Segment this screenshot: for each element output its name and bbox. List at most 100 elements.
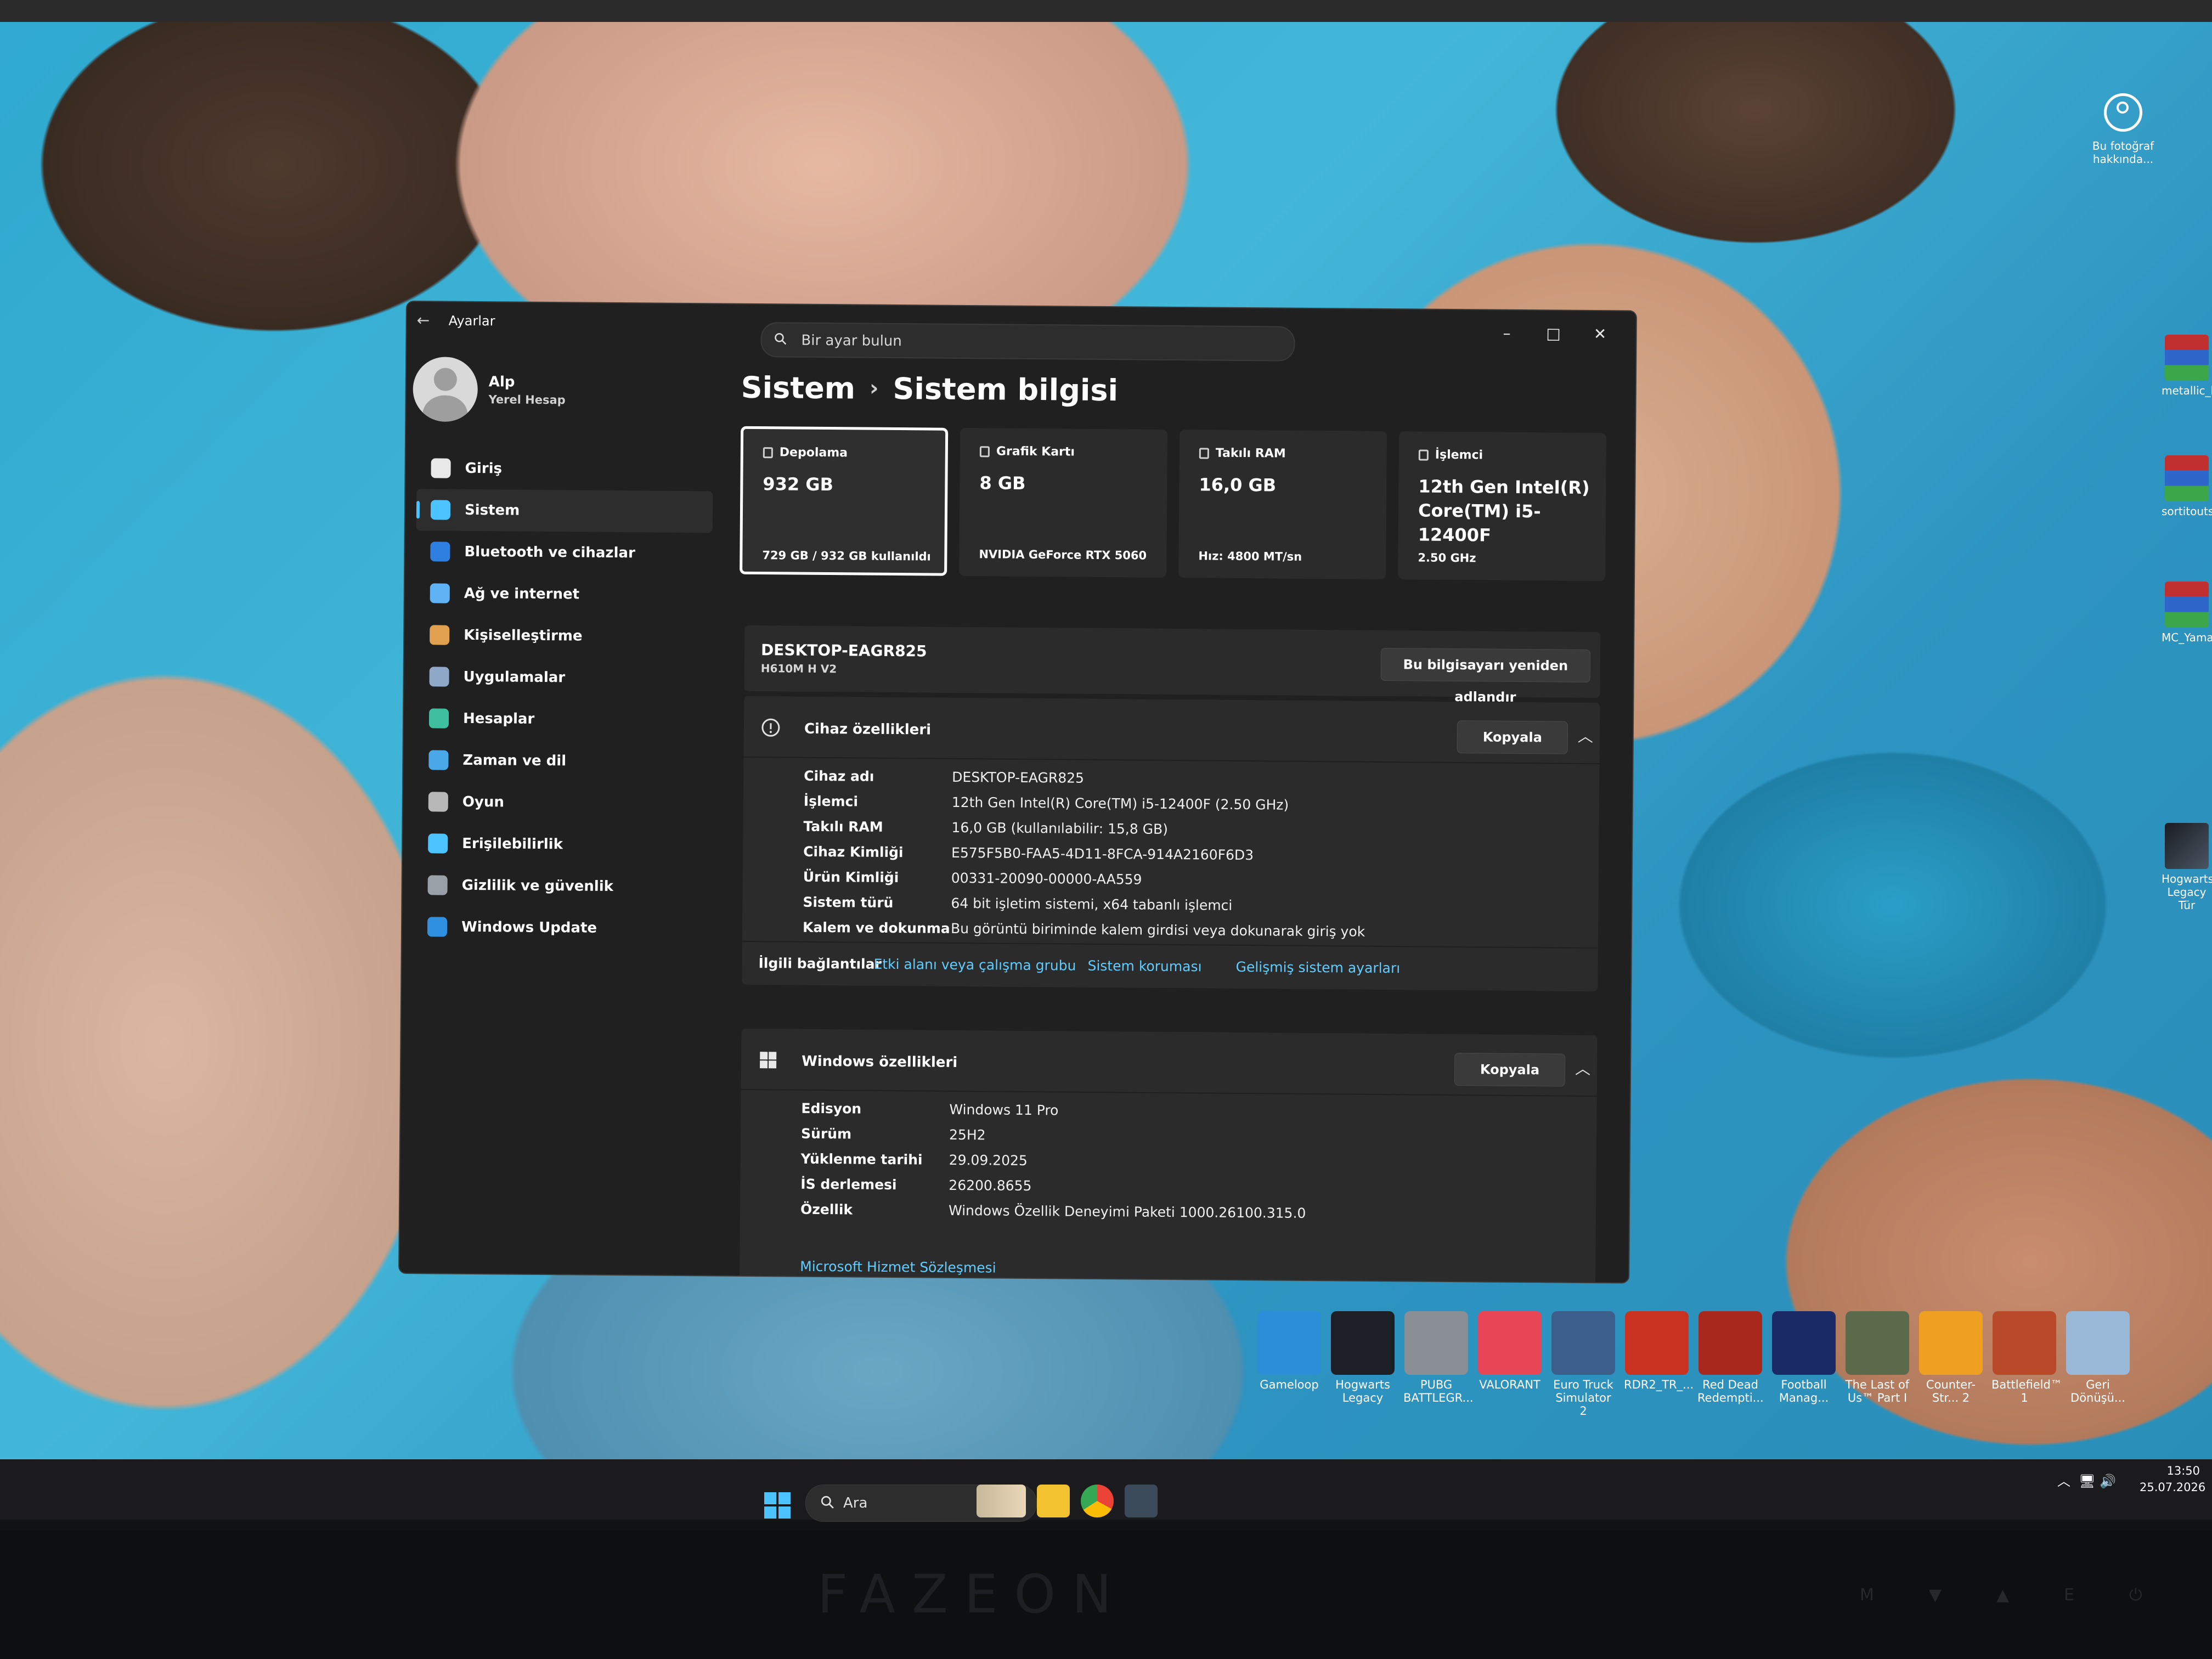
desktop-file-label: metallic_l [2162, 384, 2212, 397]
maximize-button[interactable]: □ [1542, 323, 1564, 345]
shortcut-label: Gameloop [1260, 1378, 1319, 1391]
summary-card-2[interactable]: Takılı RAM 16,0 GB Hız: 4800 MT/sn [1178, 430, 1387, 580]
summary-card-1[interactable]: Grafik Kartı 8 GB NVIDIA GeForce RTX 5060 [959, 427, 1168, 578]
card-title-text: Grafik Kartı [996, 444, 1075, 459]
app-title: Ayarlar [448, 313, 495, 329]
search-highlight-icon[interactable] [977, 1485, 1026, 1517]
microsoft-services-agreement-link[interactable]: Microsoft Hizmet Sözleşmesi [800, 1259, 996, 1276]
desktop-shortcut-10[interactable]: Battlefield™ 1 [1991, 1311, 2062, 1418]
spec-value[interactable]: 16,0 GB (kullanılabilir: 15,8 GB) [951, 820, 1168, 837]
back-arrow-icon[interactable]: ← [417, 311, 433, 329]
taskbar-clock[interactable]: 13:50 25.07.2026 [2140, 1463, 2205, 1496]
spec-value[interactable]: 25H2 [949, 1127, 986, 1143]
chevron-up-icon[interactable]: ︿ [1575, 1057, 1592, 1078]
monitor-button-3[interactable]: E [2064, 1585, 2074, 1605]
rename-pc-button[interactable]: Bu bilgisayarı yeniden adlandır [1380, 647, 1591, 705]
sidebar-item-4[interactable]: Kişiselleştirme [415, 614, 712, 658]
shortcut-label: VALORANT [1479, 1378, 1541, 1391]
sidebar-item-8[interactable]: Oyun [414, 781, 711, 825]
user-avatar[interactable] [413, 357, 478, 422]
sidebar-item-6[interactable]: Hesaplar [415, 697, 712, 741]
windows-start-icon[interactable] [764, 1492, 791, 1519]
link-advanced-system-settings[interactable]: Gelişmiş sistem ayarları [1235, 959, 1400, 976]
close-button[interactable]: ✕ [1589, 323, 1611, 345]
spec-value[interactable]: 00331-20090-00000-AA559 [951, 870, 1142, 888]
sidebar-item-5[interactable]: Uygulamalar [415, 656, 712, 699]
desktop-shortcut-5[interactable]: RDR2_TR_... [1624, 1311, 1694, 1418]
desktop-file-sortitouts[interactable]: sortitouts [2162, 455, 2212, 518]
sidebar-item-7[interactable]: Zaman ve dil [414, 739, 711, 783]
chevron-up-icon[interactable]: ︿ [2057, 1474, 2070, 1489]
sidebar-item-10[interactable]: Gizlilik ve güvenlik [413, 864, 710, 908]
card-value: 16,0 GB [1199, 474, 1277, 496]
divider [741, 1088, 1597, 1097]
desktop-shortcut-7[interactable]: Football Manag... [1771, 1311, 1837, 1418]
chrome-icon[interactable] [1081, 1485, 1114, 1517]
sidebar-item-11[interactable]: Windows Update [413, 906, 710, 950]
copy-device-specs-button[interactable]: Kopyala [1457, 720, 1568, 754]
desktop-shortcut-1[interactable]: Hogwarts Legacy [1330, 1311, 1396, 1418]
desktop-shortcut-6[interactable]: Red Dead Redempti... [1697, 1311, 1764, 1418]
minimize-button[interactable]: – [1496, 323, 1517, 345]
desktop-shortcut-11[interactable]: Geri Dönüşü... [2065, 1311, 2131, 1418]
desktop-shortcut-0[interactable]: Gameloop [1256, 1311, 1322, 1418]
settings-gear-icon[interactable] [1125, 1485, 1158, 1517]
sidebar-item-9[interactable]: Erişilebilirlik [414, 822, 710, 866]
monitor-button-0[interactable]: M [1860, 1585, 1874, 1605]
spec-value[interactable]: 29.09.2025 [949, 1152, 1028, 1169]
spec-value[interactable]: 12th Gen Intel(R) Core(TM) i5-12400F (2.… [952, 794, 1289, 813]
volume-icon[interactable]: 🔊 [2100, 1474, 2116, 1489]
page-title: Sistem bilgisi [893, 371, 1119, 408]
desktop-file-label: Hogwarts Legacy Tür [2162, 872, 2212, 912]
spec-value[interactable]: Windows 11 Pro [949, 1102, 1058, 1119]
desktop-shortcut-8[interactable]: The Last of Us™ Part I [1844, 1311, 1910, 1418]
sidebar-item-2[interactable]: Bluetooth ve cihazlar [416, 531, 713, 574]
chevron-up-icon[interactable]: ︿ [1578, 725, 1594, 746]
bluetooth-icon [430, 541, 450, 562]
file-explorer-icon[interactable] [1037, 1485, 1070, 1517]
sidebar-item-0[interactable]: Giriş [416, 447, 713, 491]
desktop-shortcut-2[interactable]: PUBG BATTLEGR... [1403, 1311, 1474, 1418]
spec-value[interactable]: 64 bit işletim sistemi, x64 tabanlı işle… [951, 895, 1232, 913]
app-icon [1699, 1311, 1762, 1375]
spec-key: İşlemci [803, 793, 859, 810]
system-tray[interactable]: ︿ 🖥 🔊 [2057, 1470, 2116, 1489]
settings-search-box[interactable]: Bir ayar bulun [760, 322, 1295, 362]
desktop-shortcut-hogwarts[interactable]: Hogwarts Legacy Tür [2162, 823, 2212, 912]
shortcut-label: Hogwarts Legacy [1335, 1378, 1390, 1404]
app-icon [1404, 1311, 1468, 1375]
spec-value[interactable]: DESKTOP-EAGR825 [952, 769, 1084, 786]
desktop-file-mc-yama[interactable]: MC_Yama [2162, 582, 2212, 644]
breadcrumb-parent[interactable]: Sistem [741, 370, 856, 406]
spec-value[interactable]: Bu görüntü biriminde kalem girdisi veya … [951, 921, 1365, 940]
network-icon[interactable]: 🖥 [2079, 1474, 2095, 1489]
windows-specs-title: Windows özellikleri [802, 1053, 958, 1071]
shield-icon [427, 875, 448, 895]
card-title: Depolama [763, 445, 848, 460]
link-system-protection[interactable]: Sistem koruması [1087, 958, 1201, 975]
update-icon [427, 917, 448, 937]
sidebar-item-3[interactable]: Ağ ve internet [416, 572, 713, 616]
photo-credit-widget[interactable]: Bu fotoğraf hakkında... [2085, 93, 2162, 166]
desktop-shortcut-9[interactable]: Counter-Str... 2 [1918, 1311, 1984, 1418]
sidebar-item-label: Zaman ve dil [462, 752, 567, 770]
spec-value[interactable]: Windows Özellik Deneyimi Paketi 1000.261… [949, 1203, 1306, 1221]
gamepad-icon [428, 792, 448, 812]
spec-value[interactable]: 26200.8655 [949, 1177, 1031, 1194]
monitor-button-2[interactable]: ▲ [1996, 1585, 2009, 1605]
divider [743, 756, 1600, 765]
monitor-button-4[interactable]: ⏻ [2129, 1585, 2142, 1605]
link-domain-workgroup[interactable]: Etki alanı veya çalışma grubu [873, 956, 1076, 974]
desktop-shortcut-4[interactable]: Euro Truck Simulator 2 [1550, 1311, 1616, 1418]
summary-card-0[interactable]: Depolama 932 GB 729 GB / 932 GB kullanıldı [740, 426, 949, 576]
divider [742, 940, 1598, 949]
copy-windows-specs-button[interactable]: Kopyala [1454, 1053, 1566, 1087]
spec-key: Sürüm [800, 1125, 852, 1142]
desktop-shortcut-3[interactable]: VALORANT [1477, 1311, 1543, 1418]
sidebar-item-1[interactable]: Sistem [416, 489, 713, 533]
app-icon [1993, 1311, 2056, 1375]
monitor-button-1[interactable]: ▼ [1929, 1585, 1942, 1605]
spec-value[interactable]: E575F5B0-FAA5-4D11-8FCA-914A2160F6D3 [951, 845, 1254, 863]
summary-card-3[interactable]: İşlemci 12th Gen Intel(R) Core(TM) i5-124… [1398, 431, 1607, 582]
desktop-file-metallic[interactable]: metallic_l [2162, 335, 2212, 397]
